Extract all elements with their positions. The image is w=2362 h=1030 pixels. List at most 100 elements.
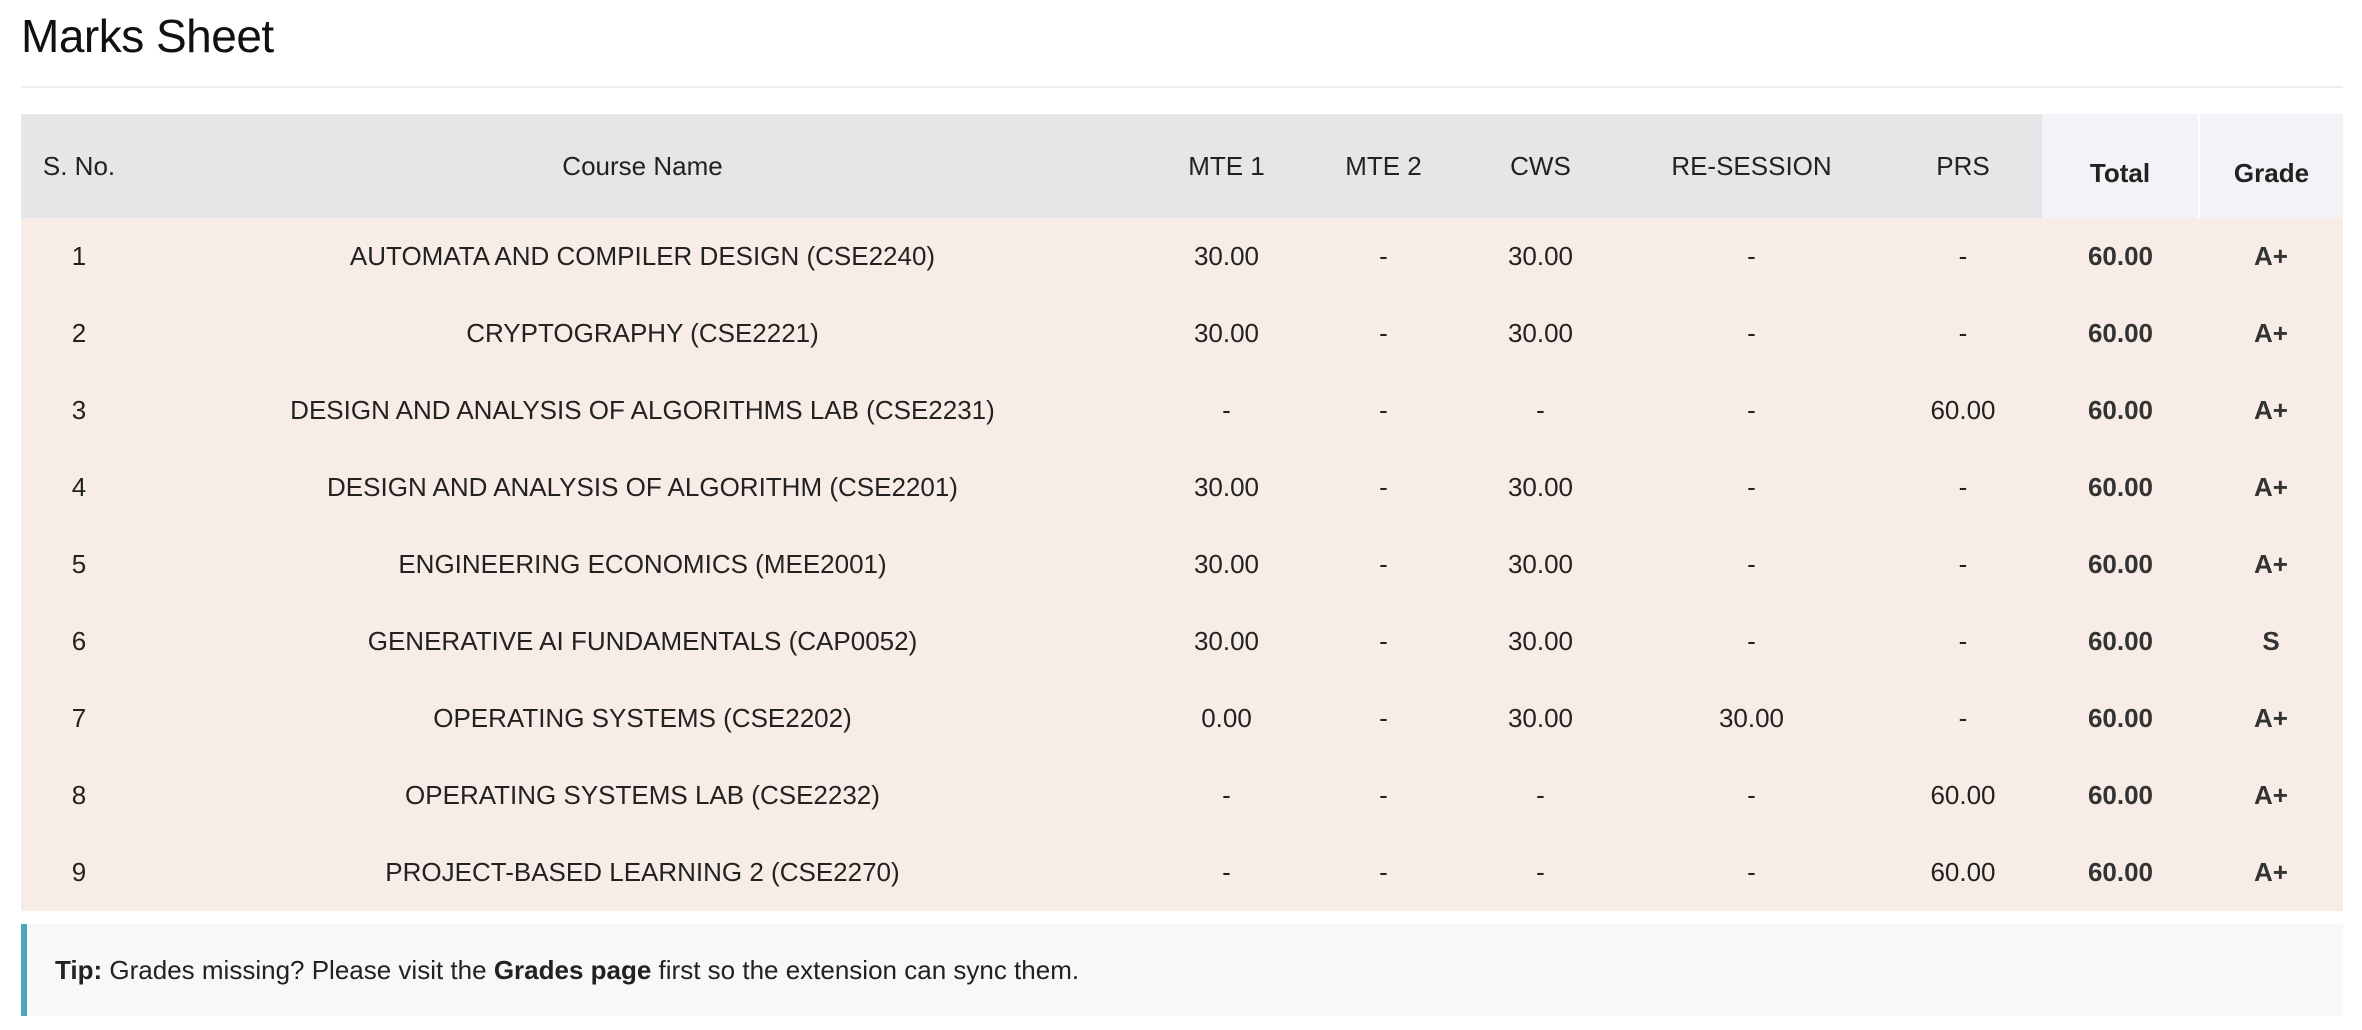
column-header-mte-2: MTE 2	[1305, 114, 1462, 218]
column-header-course-name: Course Name	[137, 114, 1148, 218]
cws-cell: -	[1462, 834, 1619, 911]
mte-1-cell: 30.00	[1148, 526, 1305, 603]
grade-cell: A+	[2199, 218, 2343, 295]
prs-cell: 60.00	[1884, 372, 2042, 449]
serial-number-cell: 8	[21, 757, 137, 834]
cws-cell: 30.00	[1462, 680, 1619, 757]
column-header-prs: PRS	[1884, 114, 2042, 218]
cws-cell: 30.00	[1462, 295, 1619, 372]
table-row: 2 CRYPTOGRAPHY (CSE2221) 30.00 - 30.00 -…	[21, 295, 2343, 372]
total-cell: 60.00	[2042, 295, 2199, 372]
prs-cell: -	[1884, 295, 2042, 372]
prs-cell: -	[1884, 218, 2042, 295]
grade-cell: A+	[2199, 295, 2343, 372]
prs-cell: 60.00	[1884, 757, 2042, 834]
serial-number-cell: 2	[21, 295, 137, 372]
prs-cell: -	[1884, 449, 2042, 526]
total-cell: 60.00	[2042, 218, 2199, 295]
course-name-cell: CRYPTOGRAPHY (CSE2221)	[137, 295, 1148, 372]
grade-cell: S	[2199, 603, 2343, 680]
serial-number-cell: 3	[21, 372, 137, 449]
mte-2-cell: -	[1305, 295, 1462, 372]
total-cell: 60.00	[2042, 372, 2199, 449]
serial-number-cell: 4	[21, 449, 137, 526]
course-name-cell: DESIGN AND ANALYSIS OF ALGORITHMS LAB (C…	[137, 372, 1148, 449]
course-name-cell: OPERATING SYSTEMS LAB (CSE2232)	[137, 757, 1148, 834]
mte-1-cell: 30.00	[1148, 295, 1305, 372]
mte-2-cell: -	[1305, 372, 1462, 449]
cws-cell: 30.00	[1462, 603, 1619, 680]
re-session-cell: -	[1619, 218, 1884, 295]
course-name-cell: ENGINEERING ECONOMICS (MEE2001)	[137, 526, 1148, 603]
course-name-cell: PROJECT-BASED LEARNING 2 (CSE2270)	[137, 834, 1148, 911]
grades-page-reference: Grades page	[493, 954, 652, 985]
serial-number-cell: 5	[21, 526, 137, 603]
re-session-cell: -	[1619, 449, 1884, 526]
mte-1-cell: 30.00	[1148, 449, 1305, 526]
column-header-mte-1: MTE 1	[1148, 114, 1305, 218]
re-session-cell: -	[1619, 757, 1884, 834]
course-name-cell: OPERATING SYSTEMS (CSE2202)	[137, 680, 1148, 757]
grade-cell: A+	[2199, 526, 2343, 603]
table-row: 5 ENGINEERING ECONOMICS (MEE2001) 30.00 …	[21, 526, 2343, 603]
re-session-cell: -	[1619, 372, 1884, 449]
table-row: 9 PROJECT-BASED LEARNING 2 (CSE2270) - -…	[21, 834, 2343, 911]
mte-1-cell: -	[1148, 372, 1305, 449]
prs-cell: -	[1884, 680, 2042, 757]
serial-number-cell: 1	[21, 218, 137, 295]
re-session-cell: -	[1619, 295, 1884, 372]
column-header-cws: CWS	[1462, 114, 1619, 218]
grade-cell: A+	[2199, 372, 2343, 449]
table-row: 3 DESIGN AND ANALYSIS OF ALGORITHMS LAB …	[21, 372, 2343, 449]
serial-number-cell: 7	[21, 680, 137, 757]
mte-2-cell: -	[1305, 526, 1462, 603]
table-row: 4 DESIGN AND ANALYSIS OF ALGORITHM (CSE2…	[21, 449, 2343, 526]
grade-cell: A+	[2199, 449, 2343, 526]
cws-cell: -	[1462, 757, 1619, 834]
page-title: Marks Sheet	[21, 10, 274, 62]
prs-cell: -	[1884, 526, 2042, 603]
total-cell: 60.00	[2042, 526, 2199, 603]
course-name-cell: DESIGN AND ANALYSIS OF ALGORITHM (CSE220…	[137, 449, 1148, 526]
re-session-cell: -	[1619, 834, 1884, 911]
total-cell: 60.00	[2042, 757, 2199, 834]
serial-number-cell: 6	[21, 603, 137, 680]
re-session-cell: -	[1619, 526, 1884, 603]
mte-2-cell: -	[1305, 757, 1462, 834]
mte-1-cell: -	[1148, 757, 1305, 834]
table-row: 6 GENERATIVE AI FUNDAMENTALS (CAP0052) 3…	[21, 603, 2343, 680]
cws-cell: -	[1462, 372, 1619, 449]
table-row: 8 OPERATING SYSTEMS LAB (CSE2232) - - - …	[21, 757, 2343, 834]
table-row: 7 OPERATING SYSTEMS (CSE2202) 0.00 - 30.…	[21, 680, 2343, 757]
total-cell: 60.00	[2042, 680, 2199, 757]
mte-2-cell: -	[1305, 603, 1462, 680]
tip-text-after: first so the extension can sync them.	[651, 954, 1080, 985]
total-cell: 60.00	[2042, 449, 2199, 526]
mte-1-cell: 30.00	[1148, 603, 1305, 680]
prs-cell: 60.00	[1884, 834, 2042, 911]
course-name-cell: GENERATIVE AI FUNDAMENTALS (CAP0052)	[137, 603, 1148, 680]
table-row: 1 AUTOMATA AND COMPILER DESIGN (CSE2240)…	[21, 218, 2343, 295]
mte-2-cell: -	[1305, 218, 1462, 295]
column-header-grade: Grade	[2198, 114, 2343, 218]
grade-cell: A+	[2199, 757, 2343, 834]
tip-callout: Tip: Grades missing? Please visit the Gr…	[21, 924, 2343, 1016]
mte-2-cell: -	[1305, 680, 1462, 757]
mte-1-cell: -	[1148, 834, 1305, 911]
re-session-cell: 30.00	[1619, 680, 1884, 757]
prs-cell: -	[1884, 603, 2042, 680]
mte-1-cell: 0.00	[1148, 680, 1305, 757]
total-cell: 60.00	[2042, 834, 2199, 911]
grade-cell: A+	[2199, 680, 2343, 757]
cws-cell: 30.00	[1462, 449, 1619, 526]
course-name-cell: AUTOMATA AND COMPILER DESIGN (CSE2240)	[137, 218, 1148, 295]
grade-cell: A+	[2199, 834, 2343, 911]
cws-cell: 30.00	[1462, 218, 1619, 295]
mte-2-cell: -	[1305, 834, 1462, 911]
column-header-total: Total	[2042, 114, 2199, 218]
column-header-s-no: S. No.	[21, 114, 137, 218]
table-header-row: S. No. Course Name MTE 1 MTE 2 CWS RE-SE…	[21, 114, 2343, 218]
serial-number-cell: 9	[21, 834, 137, 911]
re-session-cell: -	[1619, 603, 1884, 680]
cws-cell: 30.00	[1462, 526, 1619, 603]
